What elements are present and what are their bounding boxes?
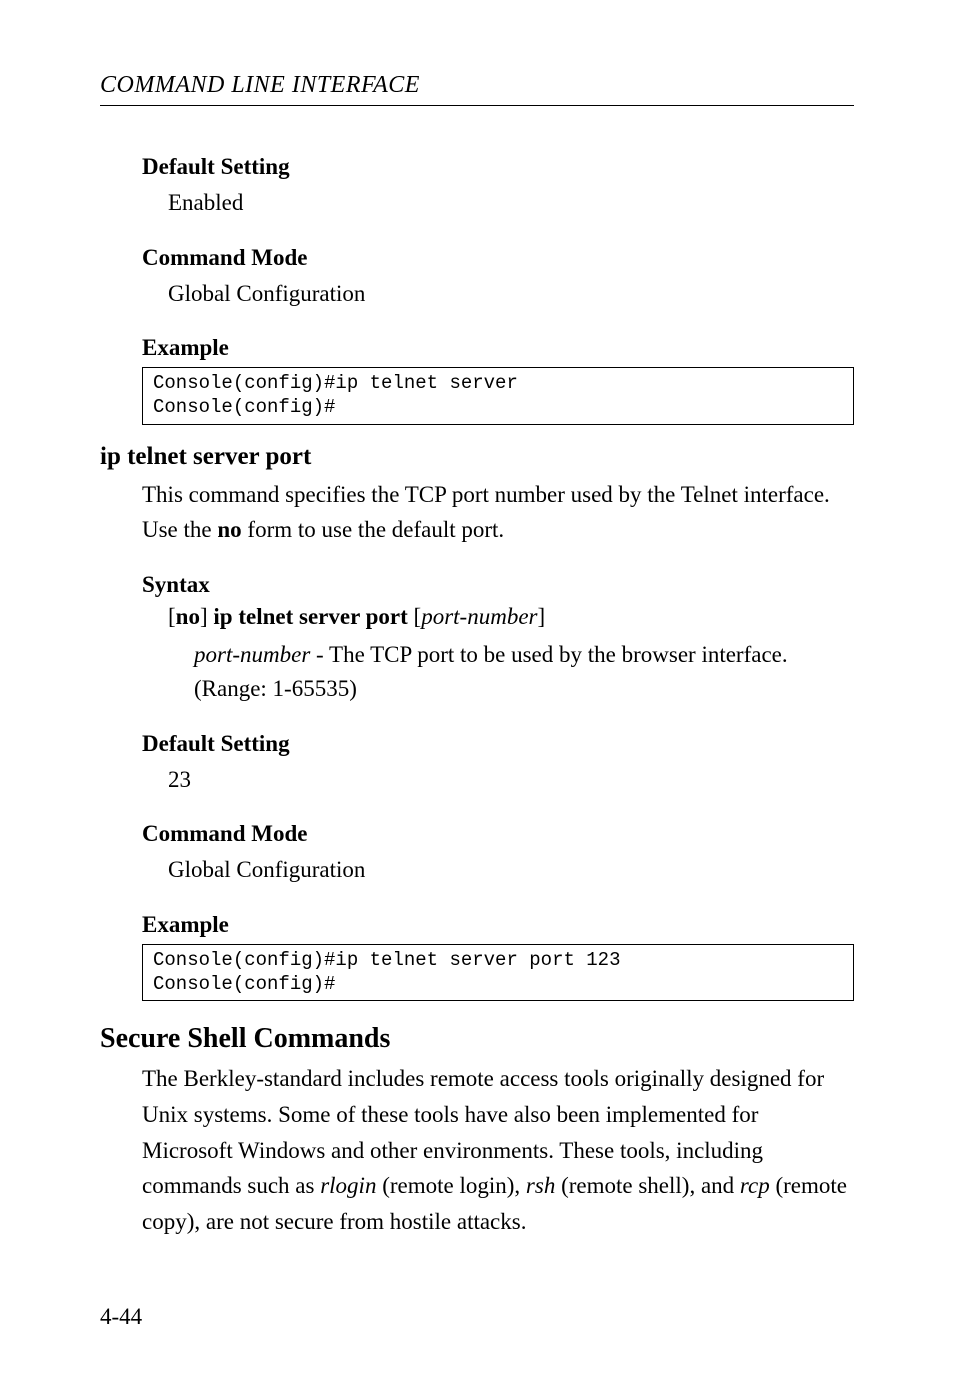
intro-text-b: form to use the default port. (242, 517, 505, 542)
main-body-b: (remote login), (376, 1173, 525, 1198)
syntax-no: no (176, 604, 200, 629)
main-title: Secure Shell Commands (100, 1023, 854, 1055)
example-label-1: Example (142, 335, 854, 361)
syntax-param: port-number (421, 604, 537, 629)
rlogin: rlogin (320, 1173, 376, 1198)
default-setting-label-1: Default Setting (142, 154, 854, 180)
default-setting-body-2: 23 (168, 763, 854, 798)
command-mode-body-2: Global Configuration (168, 853, 854, 888)
rcp: rcp (740, 1173, 770, 1198)
command-mode-label-2: Command Mode (142, 821, 854, 847)
rsh: rsh (526, 1173, 555, 1198)
param-name: port-number (194, 642, 310, 667)
example-code-1: Console(config)#ip telnet server Console… (142, 367, 854, 425)
param-block: port-number - The TCP port to be used by… (194, 638, 854, 707)
default-setting-label-2: Default Setting (142, 731, 854, 757)
syntax-space: [ (408, 604, 421, 629)
example-label-2: Example (142, 912, 854, 938)
syntax-br2: ] (200, 604, 213, 629)
syntax-main: ip telnet server port (213, 604, 407, 629)
syntax-label: Syntax (142, 572, 854, 598)
command-mode-label-1: Command Mode (142, 245, 854, 271)
page-number: 4-44 (100, 1304, 142, 1330)
syntax-line: [no] ip telnet server port [port-number] (168, 604, 854, 630)
subsection-intro: This command specifies the TCP port numb… (142, 477, 854, 548)
example-code-2: Console(config)#ip telnet server port 12… (142, 944, 854, 1002)
intro-bold-no: no (217, 517, 241, 542)
syntax-close: ] (537, 604, 545, 629)
command-mode-body-1: Global Configuration (168, 277, 854, 312)
subsection-title: ip telnet server port (100, 443, 854, 471)
syntax-br1: [ (168, 604, 176, 629)
default-setting-body-1: Enabled (168, 186, 854, 221)
running-head: COMMAND LINE INTERFACE (100, 72, 854, 106)
main-body: The Berkley-standard includes remote acc… (142, 1061, 854, 1239)
main-body-c: (remote shell), and (555, 1173, 740, 1198)
